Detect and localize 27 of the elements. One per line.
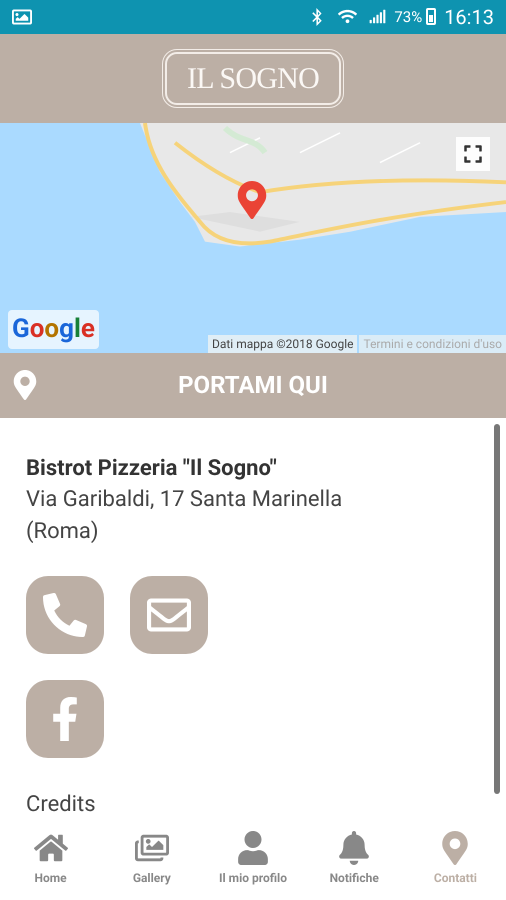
battery-level: 73% <box>394 6 422 28</box>
google-logo: Google <box>8 310 99 349</box>
facebook-button[interactable] <box>26 680 104 758</box>
directions-button[interactable]: PORTAMI QUI <box>0 352 506 418</box>
map-attribution: Dati mappa ©2018 Google <box>208 334 358 353</box>
nav-tab[interactable]: Il mio profilo <box>202 830 304 887</box>
scrollbar[interactable] <box>494 424 500 794</box>
venue-address: Via Garibaldi, 17 Santa Marinella (Roma) <box>26 486 344 546</box>
clock: 16:13 <box>444 4 494 31</box>
nav-tab[interactable]: Notifiche <box>304 830 405 887</box>
venue-name: Bistrot Pizzeria "Il Sogno" <box>26 454 278 483</box>
fullscreen-icon <box>463 144 483 164</box>
image-icon <box>12 6 32 27</box>
nav-tab[interactable]: Home <box>0 830 102 887</box>
email-button[interactable] <box>130 576 208 654</box>
nav-tab[interactable]: Gallery <box>101 830 202 887</box>
phone-icon <box>43 592 87 637</box>
battery-icon <box>426 8 436 26</box>
fullscreen-button[interactable] <box>456 136 490 171</box>
terms-link[interactable]: Termini e condizioni d'uso <box>359 334 506 353</box>
phone-button[interactable] <box>26 576 104 654</box>
signal-icon <box>369 8 386 26</box>
logo: IL SOGNO <box>164 52 342 105</box>
profile-icon <box>236 830 270 865</box>
credits-link[interactable]: Credits <box>26 788 480 821</box>
notifications-icon <box>337 830 372 865</box>
nav-tab[interactable]: Contatti <box>404 830 506 887</box>
